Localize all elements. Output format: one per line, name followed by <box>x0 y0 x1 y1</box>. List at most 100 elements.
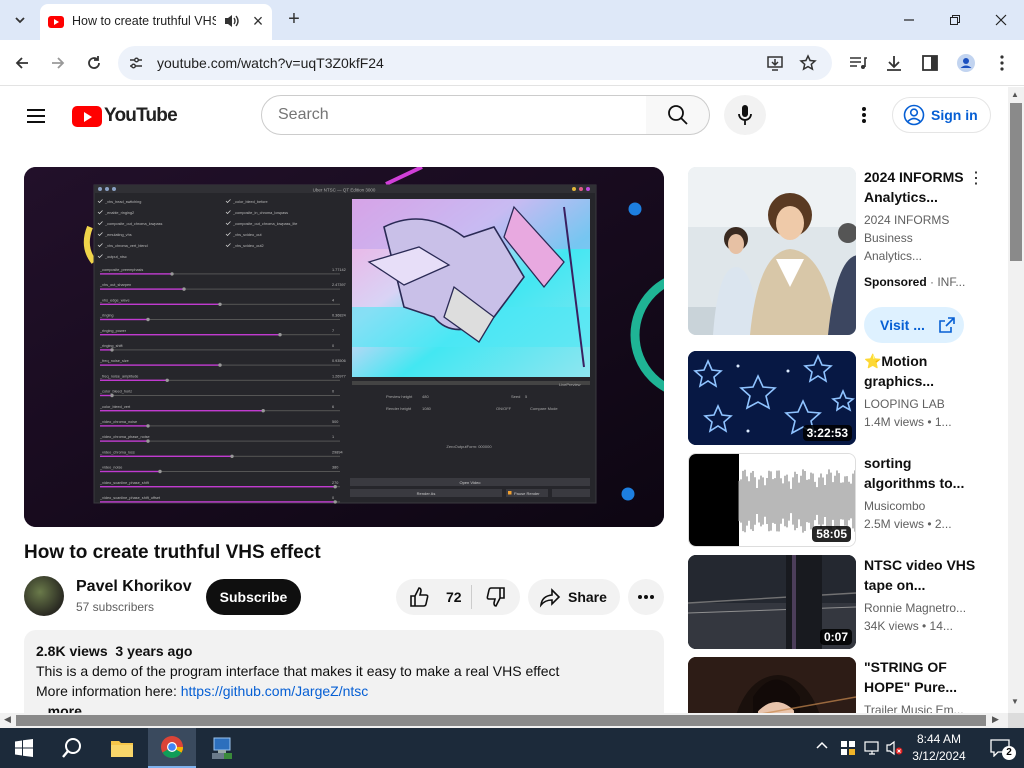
media-control-icon[interactable] <box>848 53 868 73</box>
channel-name[interactable]: Pavel Khorikov <box>76 578 192 596</box>
subscribe-button[interactable]: Subscribe <box>206 579 301 615</box>
tab-search-button[interactable] <box>8 8 32 32</box>
video-title-rec[interactable]: NTSC video VHS tape on... <box>864 555 976 595</box>
video-thumbnail[interactable] <box>688 657 856 713</box>
slider-knob <box>165 378 169 382</box>
seed-label: Seed <box>511 394 520 399</box>
start-button[interactable] <box>0 728 48 768</box>
app-taskbar-button[interactable] <box>198 728 246 768</box>
share-button[interactable]: Share <box>528 579 620 615</box>
search-taskbar-button[interactable] <box>48 728 96 768</box>
video-thumbnail[interactable]: 3:22:53 <box>688 351 856 445</box>
slider-knob <box>261 409 265 413</box>
bookmark-star-icon[interactable] <box>799 54 817 72</box>
close-window-button[interactable] <box>978 0 1024 40</box>
install-app-icon[interactable] <box>766 54 784 72</box>
slider-value: 6 <box>332 405 334 409</box>
chrome-menu-icon[interactable] <box>992 53 1012 73</box>
clock-time: 8:44 AM <box>916 732 962 746</box>
sign-in-button[interactable]: Sign in <box>892 97 991 133</box>
ad-title[interactable]: 2024 INFORMS Analytics... <box>864 167 976 207</box>
hscrollbar-thumb[interactable] <box>16 715 986 726</box>
slider-knob <box>333 485 337 489</box>
restore-button[interactable] <box>932 0 978 40</box>
recommendation-ad[interactable]: 2024 INFORMS Analytics... ⋮ 2024 INFORMS… <box>688 167 1008 343</box>
slider-knob <box>182 287 186 291</box>
security-shield-icon[interactable] <box>840 740 856 756</box>
scroll-up-arrow-icon[interactable]: ▲ <box>1011 90 1019 99</box>
slider-label: _ringing <box>99 314 114 318</box>
network-app-icon <box>212 737 232 759</box>
video-title-rec[interactable]: ⭐Motion graphics... <box>864 351 976 391</box>
back-button[interactable] <box>7 48 37 78</box>
scroll-left-arrow-icon[interactable]: ◀ <box>4 714 11 725</box>
recommendation-item[interactable]: 0:07 NTSC video VHS tape on... Ronnie Ma… <box>688 555 1008 649</box>
video-title-rec[interactable]: sorting algorithms to... <box>864 453 976 493</box>
forward-button[interactable] <box>43 48 73 78</box>
like-button[interactable]: 72 <box>396 579 471 615</box>
notification-center-button[interactable]: 2 <box>980 728 1020 768</box>
vertical-scrollbar[interactable]: ▲ ▼ <box>1008 87 1024 713</box>
description-line-1: This is a demo of the program interface … <box>36 663 560 679</box>
youtube-logo[interactable]: YouTube <box>72 104 178 128</box>
file-explorer-button[interactable] <box>98 728 146 768</box>
slider-knob <box>333 500 337 504</box>
profile-icon[interactable] <box>956 53 976 73</box>
network-icon[interactable] <box>864 740 880 756</box>
slider-value: 4 <box>332 298 334 302</box>
speaker-audio-icon[interactable] <box>223 12 239 30</box>
checkbox-label: _vhs_chroma_vert_blend <box>104 244 148 248</box>
voice-search-button[interactable] <box>724 95 766 135</box>
github-link[interactable]: https://github.com/JargeZ/ntsc <box>181 683 369 699</box>
recommendation-item[interactable]: 58:05 sorting algorithms to... Musicombo… <box>688 453 1008 547</box>
slider-fill <box>100 288 184 290</box>
browser-tab-active[interactable]: How to create truthful VHS effect - YouT… <box>40 4 272 40</box>
scrollbar-thumb[interactable] <box>1010 103 1022 261</box>
slider-label: _video_chroma_noise <box>99 420 137 424</box>
reload-button[interactable] <box>79 48 109 78</box>
recommendation-item[interactable]: 3:22:53 ⭐Motion graphics... LOOPING LAB … <box>688 351 1008 445</box>
close-tab-icon[interactable]: × <box>248 11 268 31</box>
checkbox-label: _output_ntsc <box>104 255 127 259</box>
more-actions-button[interactable] <box>628 579 664 615</box>
show-more-link[interactable]: ...more <box>36 701 652 713</box>
slider-fill <box>100 303 220 305</box>
external-link-icon <box>939 317 955 333</box>
visit-label: Visit ... <box>880 317 925 333</box>
scroll-right-arrow-icon[interactable]: ▶ <box>992 714 999 725</box>
site-info-icon[interactable] <box>128 55 144 71</box>
system-clock[interactable]: 8:44 AM 3/12/2024 <box>908 731 970 765</box>
description-box[interactable]: 2.8K views 3 years ago This is a demo of… <box>24 630 664 713</box>
slider-label: _vhs_edge_wave <box>99 298 130 302</box>
chrome-taskbar-button[interactable] <box>148 728 196 768</box>
account-circle-icon <box>903 104 925 126</box>
search-button[interactable] <box>646 95 710 135</box>
scroll-down-arrow-icon[interactable]: ▼ <box>1011 697 1019 706</box>
slider-value: 1.77142 <box>332 268 346 272</box>
new-tab-button[interactable]: + <box>282 8 306 32</box>
video-title-rec[interactable]: "STRING OF HOPE" Pure... <box>864 657 976 697</box>
search-input[interactable]: Search <box>261 95 647 135</box>
channel-avatar[interactable] <box>24 576 64 616</box>
ad-thumbnail[interactable] <box>688 167 856 335</box>
video-thumbnail[interactable]: 0:07 <box>688 555 856 649</box>
recommendation-item[interactable]: "STRING OF HOPE" Pure... Trailer Music E… <box>688 657 1008 713</box>
minimize-button[interactable] <box>886 0 932 40</box>
horizontal-scrollbar[interactable]: ◀ ▶ <box>0 713 1008 728</box>
video-thumbnail[interactable]: 58:05 <box>688 453 856 547</box>
side-panel-icon[interactable] <box>920 53 940 73</box>
dislike-button[interactable] <box>472 579 520 615</box>
volume-muted-icon[interactable] <box>886 740 904 756</box>
download-icon[interactable] <box>884 53 904 73</box>
video-meta: 2.5M views • 2... <box>864 517 952 531</box>
visit-site-button[interactable]: Visit ... <box>864 307 964 343</box>
arrow-left-icon <box>15 57 28 69</box>
settings-more-button[interactable] <box>852 103 876 127</box>
hamburger-menu-icon[interactable] <box>24 104 48 128</box>
ad-more-icon[interactable]: ⋮ <box>966 169 986 189</box>
microphone-icon <box>738 105 752 125</box>
address-bar[interactable]: youtube.com/watch?v=uqT3Z0kfF24 <box>118 46 832 80</box>
video-player[interactable]: Uber NTSC — QT Edition 3000 _vhs_head_sw… <box>24 167 664 527</box>
show-hidden-icons-icon[interactable] <box>816 740 828 756</box>
video-meta: 34K views • 14... <box>864 619 953 633</box>
